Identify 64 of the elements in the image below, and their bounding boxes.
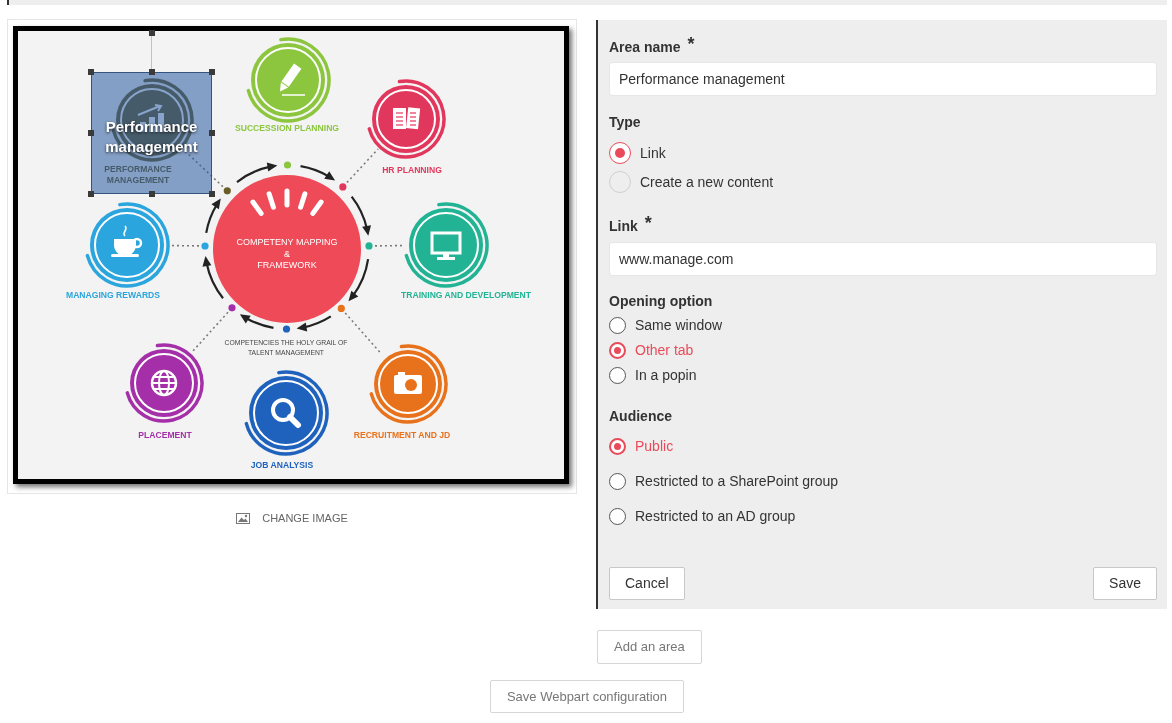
curved-arrow [236, 162, 278, 183]
radio-icon[interactable] [609, 507, 626, 525]
field-label: Opening option [609, 292, 713, 311]
field-label: Audience [609, 407, 672, 426]
monitor-icon [404, 202, 489, 288]
node-label: HR PLANNING [382, 165, 442, 176]
curved-arrow [300, 165, 336, 181]
area-name-input[interactable]: Performance management [609, 62, 1157, 96]
curved-arrow [205, 198, 221, 234]
node-label: TRAINING AND DEVELOPMENT [401, 290, 531, 301]
cup-icon [85, 202, 170, 288]
node-label: PLACEMENT [138, 430, 192, 441]
node-label: PERFORMANCE MANAGEMENT [104, 164, 172, 186]
change-image-button[interactable]: CHANGE IMAGE [236, 511, 348, 525]
document-icon [367, 79, 446, 159]
radio-option[interactable]: Restricted to a SharePoint group [609, 471, 839, 491]
search-icon [244, 370, 329, 456]
radio-icon[interactable] [609, 316, 626, 334]
curved-arrow [296, 315, 332, 332]
save-configuration-button[interactable]: Save Webpart configuration [489, 680, 685, 713]
radio-icon[interactable] [609, 341, 626, 359]
radio-option[interactable]: Create a new content [609, 171, 774, 193]
resize-handle[interactable] [149, 69, 155, 75]
radio-option[interactable]: Restricted to an AD group [609, 506, 796, 526]
cancel-button[interactable]: Cancel [609, 567, 685, 600]
node-label: SUCCESSION PLANNING [234, 123, 340, 134]
camera-icon [369, 344, 448, 424]
radio-option[interactable]: In a popin [609, 365, 697, 385]
field-label: Type [609, 113, 641, 132]
resize-handle[interactable] [149, 191, 155, 197]
radio-icon[interactable] [609, 472, 626, 490]
field-label: Area name [609, 38, 681, 57]
dotted-connector [170, 244, 200, 247]
node-label: MANAGING REWARDS [65, 290, 161, 301]
save-button[interactable]: Save [1093, 567, 1157, 600]
resize-handle[interactable] [88, 191, 94, 197]
rotate-handle[interactable] [148, 30, 155, 69]
required-mark: * [687, 37, 695, 51]
curved-arrow [350, 196, 371, 236]
radio-icon[interactable] [609, 366, 626, 384]
dotted-connector [374, 244, 403, 247]
center-label: COMPETENY MAPPING & FRAMEWORK [236, 237, 338, 270]
link-input[interactable]: www.manage.com [609, 242, 1157, 276]
radio-option[interactable]: Same window [609, 315, 723, 335]
node-label: RECRUITMENT AND JD [353, 430, 451, 441]
image-icon [236, 512, 251, 524]
radio-icon[interactable] [609, 437, 626, 455]
curved-arrow [348, 258, 370, 302]
resize-handle[interactable] [209, 130, 215, 136]
field-label: Link [609, 217, 638, 236]
curved-arrow [202, 256, 224, 299]
pencil-icon [246, 37, 331, 123]
add-area-button[interactable]: Add an area [597, 630, 702, 664]
required-mark: * [644, 216, 652, 230]
curved-arrow [239, 314, 274, 329]
resize-handle[interactable] [88, 130, 94, 136]
node-label: JOB ANALYSIS [250, 460, 314, 471]
resize-handle[interactable] [209, 69, 215, 75]
resize-handle[interactable] [209, 191, 215, 197]
resize-handle[interactable] [88, 69, 94, 75]
globe-icon [125, 343, 204, 423]
radio-option[interactable]: Link [609, 142, 666, 164]
dotted-connector [346, 148, 379, 184]
radio-icon[interactable] [609, 142, 631, 164]
